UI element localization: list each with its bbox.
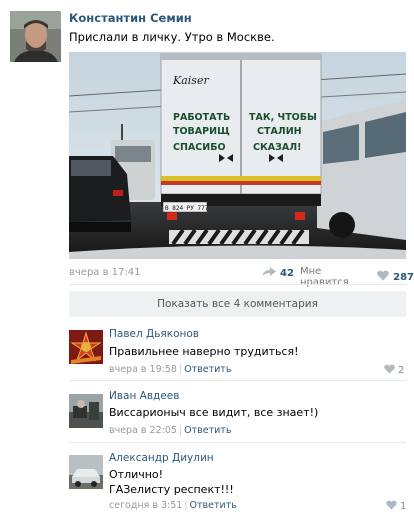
truck-left-line-3: СПАСИБО xyxy=(173,142,226,153)
comment-avatar[interactable] xyxy=(69,455,103,489)
comment-meta: вчера в 19:58 | Ответить xyxy=(109,364,232,375)
divider xyxy=(69,284,406,285)
comment-text: ГАЗелисту респект!!! xyxy=(109,483,234,496)
divider xyxy=(69,442,406,443)
heart-icon xyxy=(377,270,389,284)
comment-meta: сегодня в 3:51 | Ответить xyxy=(109,500,237,511)
comment-date[interactable]: сегодня в 3:51 xyxy=(109,500,182,511)
share-icon xyxy=(262,266,276,280)
reply-button[interactable]: Ответить xyxy=(184,364,231,375)
heart-icon xyxy=(384,364,395,377)
post-text: Прислали в личку. Утро в Москве. xyxy=(69,30,275,44)
divider xyxy=(69,380,406,381)
author-avatar[interactable] xyxy=(10,11,61,62)
reply-button[interactable]: Ответить xyxy=(184,425,231,436)
reply-button[interactable]: Ответить xyxy=(190,500,237,511)
comment-avatar[interactable] xyxy=(69,394,103,428)
comment-like-count: 1 xyxy=(400,501,407,512)
heart-icon xyxy=(386,500,397,513)
truck-left-line-1: РАБОТАТЬ xyxy=(173,112,230,123)
post-author[interactable]: Константин Семин xyxy=(69,11,192,25)
comment-text: Правильнее наверно трудиться! xyxy=(109,345,299,358)
comment-date[interactable]: вчера в 22:05 xyxy=(109,425,177,436)
truck-right-line-3: СКАЗАЛ! xyxy=(253,142,301,153)
comment-author[interactable]: Иван Авдеев xyxy=(109,390,179,402)
comment-like-button[interactable]: 2 xyxy=(384,364,404,377)
comment-author[interactable]: Александр Диулин xyxy=(109,452,214,464)
like-count: 287 xyxy=(393,271,414,283)
license-plate: В 824 РУ 777 xyxy=(165,205,209,212)
comment-author[interactable]: Павел Дьяконов xyxy=(109,328,199,340)
truck-brand: Kaiser xyxy=(172,74,209,87)
show-all-comments-button[interactable]: Показать все 4 комментария xyxy=(69,291,406,317)
share-button[interactable]: 42 xyxy=(262,266,294,280)
comment-like-count: 2 xyxy=(398,365,405,376)
truck-right-line-2: СТАЛИН xyxy=(257,126,302,137)
comment-like-button[interactable]: 1 xyxy=(386,500,406,513)
post-photo[interactable]: Kaiser РАБОТАТЬ ТОВАРИЩ СПАСИБО ТАК, ЧТО… xyxy=(69,52,406,259)
truck-right-line-1: ТАК, ЧТОБЫ xyxy=(249,112,317,123)
comment-avatar[interactable] xyxy=(69,330,103,364)
share-count: 42 xyxy=(280,267,294,279)
comment-date[interactable]: вчера в 19:58 xyxy=(109,364,177,375)
comment-text: Виссарионыч все видит, все знает!) xyxy=(109,406,319,419)
truck-left-line-2: ТОВАРИЩ xyxy=(173,126,230,137)
post-date[interactable]: вчера в 17:41 xyxy=(69,267,141,278)
comment-meta: вчера в 22:05 | Ответить xyxy=(109,425,232,436)
